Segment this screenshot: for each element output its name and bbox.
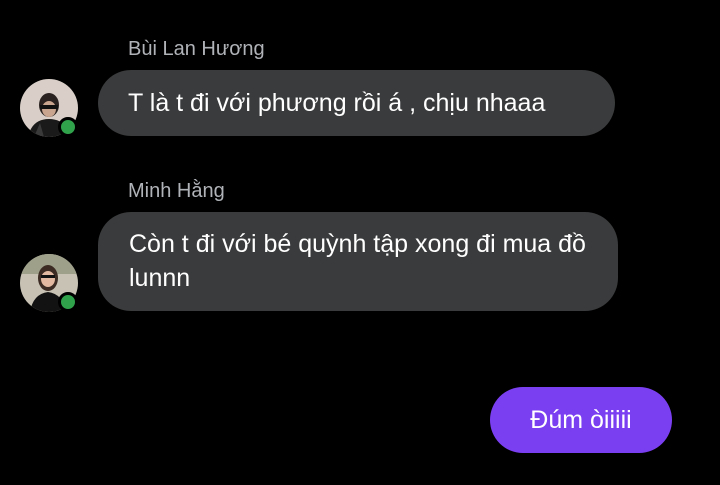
sender-name: Bùi Lan Hương — [128, 38, 265, 60]
message-bubble[interactable]: T là t đi với phương rồi á , chịu nhaaa — [98, 70, 615, 136]
avatar[interactable] — [20, 79, 78, 137]
avatar[interactable] — [20, 254, 78, 312]
online-status-icon — [58, 117, 78, 137]
message-bubble[interactable]: Còn t đi với bé quỳnh tập xong đi mua đồ… — [98, 212, 618, 311]
chat-thread: Bùi Lan Hương T là t đi với phương rồi á… — [0, 0, 720, 485]
online-status-icon — [58, 292, 78, 312]
message-text: Còn t đi với bé quỳnh tập xong đi mua đồ… — [129, 230, 586, 292]
outgoing-message-bubble[interactable]: Đúm òiiiii — [490, 387, 672, 453]
message-text: Đúm òiiiii — [530, 406, 632, 434]
message-text: T là t đi với phương rồi á , chịu nhaaa — [128, 89, 546, 117]
sender-name: Minh Hằng — [128, 180, 225, 202]
